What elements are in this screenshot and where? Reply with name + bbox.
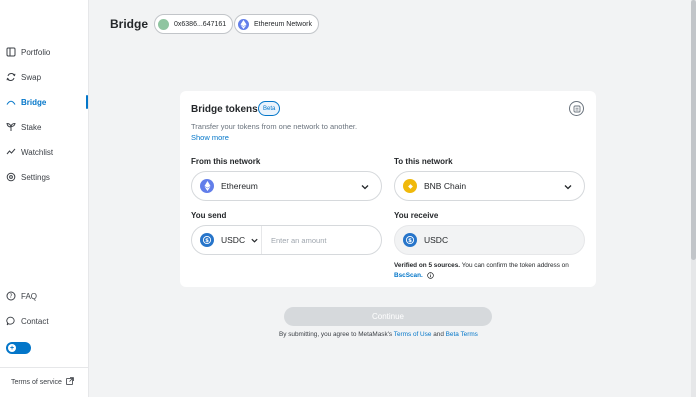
show-more-link[interactable]: Show more (191, 133, 229, 142)
bridge-icon (6, 97, 16, 107)
you-receive-label: You receive (394, 211, 439, 220)
terms-and: and (431, 331, 446, 338)
svg-text:$: $ (408, 238, 412, 244)
sidebar-item-faq[interactable]: ? FAQ (6, 287, 37, 305)
sidebar-item-stake[interactable]: Stake (6, 118, 41, 136)
terms-of-use-link[interactable]: Terms of Use (394, 331, 432, 338)
external-link-icon (66, 377, 74, 387)
sidebar-item-label: Stake (21, 122, 42, 132)
card-subtitle: Transfer your tokens from one network to… (191, 122, 358, 131)
svg-text:$: $ (205, 238, 209, 244)
continue-button[interactable]: Continue (284, 307, 492, 326)
send-field: $ USDC (191, 225, 382, 255)
sidebar-item-label: Bridge (21, 97, 47, 107)
sidebar-item-swap[interactable]: Swap (6, 68, 41, 86)
sidebar: Portfolio Swap Bridge Stake Watchlist Se… (0, 0, 89, 397)
sidebar-item-label: FAQ (21, 291, 38, 301)
sidebar-item-label: Swap (21, 72, 42, 82)
amount-input[interactable] (261, 226, 381, 254)
to-network-name: BNB Chain (424, 181, 467, 191)
ethereum-icon (238, 18, 249, 30)
scrollbar-thumb[interactable] (691, 0, 696, 260)
settings-icon (6, 172, 16, 182)
beta-terms-link[interactable]: Beta Terms (446, 331, 478, 338)
terms-notice: By submitting, you agree to MetaMask's T… (279, 331, 478, 338)
beta-badge: Beta (258, 101, 281, 116)
sidebar-item-portfolio[interactable]: Portfolio (6, 43, 50, 61)
card-title: Bridge tokens (191, 104, 258, 115)
account-avatar (158, 18, 169, 30)
chevron-down-icon (563, 182, 573, 192)
chevron-down-icon (360, 182, 370, 192)
history-button[interactable] (569, 101, 584, 116)
stake-icon (6, 122, 16, 132)
chat-icon (6, 316, 16, 326)
network-name: Ethereum Network (254, 20, 312, 28)
you-send-label: You send (191, 211, 227, 220)
sidebar-item-watchlist[interactable]: Watchlist (6, 143, 53, 161)
sidebar-item-label: Portfolio (21, 47, 51, 57)
swap-icon (6, 72, 16, 82)
verification-bold: Verified on 5 sources. (394, 262, 461, 269)
bnb-chain-icon (403, 179, 417, 193)
help-icon: ? (6, 291, 16, 301)
sidebar-item-bridge[interactable]: Bridge (6, 93, 46, 111)
watchlist-icon (6, 147, 16, 157)
sidebar-item-settings[interactable]: Settings (6, 168, 50, 186)
sidebar-item-label: Watchlist (21, 147, 54, 157)
from-network-label: From this network (191, 157, 261, 166)
verification-note: Verified on 5 sources. You can confirm t… (394, 261, 589, 281)
to-network-select[interactable]: BNB Chain (394, 171, 585, 201)
portfolio-icon (6, 47, 16, 57)
sidebar-item-label: Contact (21, 316, 49, 326)
receive-token-symbol: USDC (424, 235, 449, 245)
plus-icon: + (8, 344, 16, 352)
token-chevron-down-icon[interactable] (250, 236, 259, 245)
terms-of-service-label: Terms of service (11, 378, 62, 386)
from-network-name: Ethereum (221, 181, 258, 191)
sidebar-footer: Terms of service (0, 367, 89, 397)
network-pill[interactable]: Ethereum Network (234, 14, 319, 34)
page-title: Bridge (110, 17, 149, 31)
bridge-card: Bridge tokens Beta Transfer your tokens … (180, 91, 596, 287)
svg-text:?: ? (9, 293, 12, 300)
verification-text: You can confirm the token address on (460, 262, 569, 269)
history-icon (573, 100, 581, 118)
page-scrollbar[interactable] (691, 0, 696, 397)
account-address: 0x6386...647161 (174, 20, 227, 28)
theme-toggle[interactable]: + (6, 342, 31, 354)
usdc-icon: $ (403, 233, 417, 247)
ethereum-icon (200, 179, 214, 193)
account-pill[interactable]: 0x6386...647161 (154, 14, 234, 34)
usdc-icon[interactable]: $ (200, 233, 214, 247)
sidebar-item-contact[interactable]: Contact (6, 312, 49, 330)
info-icon[interactable] (426, 272, 434, 279)
bscscan-link[interactable]: BscScan. (394, 272, 423, 279)
terms-prefix: By submitting, you agree to MetaMask's (279, 331, 394, 338)
send-token-symbol[interactable]: USDC (221, 235, 245, 245)
receive-field: $ USDC (394, 225, 585, 255)
from-network-select[interactable]: Ethereum (191, 171, 382, 201)
to-network-label: To this network (394, 157, 453, 166)
terms-of-service-link[interactable]: Terms of service (11, 377, 74, 387)
active-indicator (86, 95, 88, 109)
sidebar-item-label: Settings (21, 172, 50, 182)
